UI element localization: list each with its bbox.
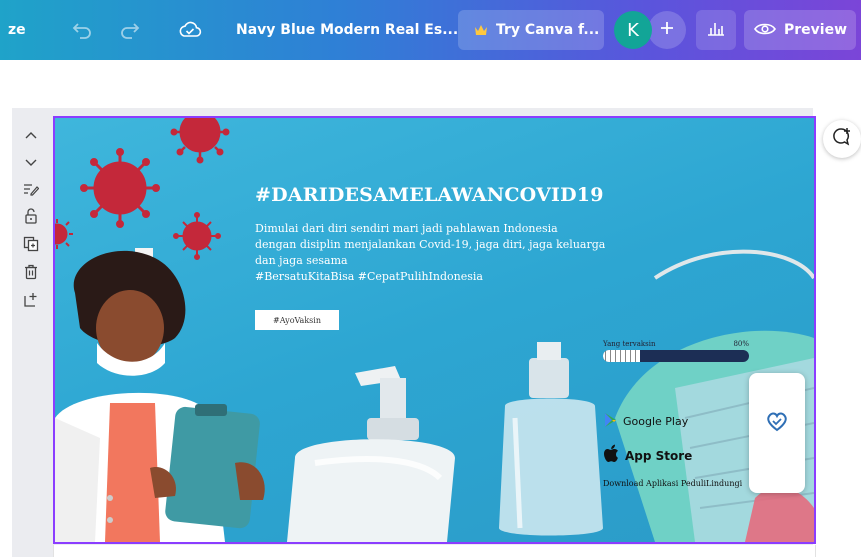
- notes-edit-icon: [23, 181, 40, 200]
- avatar-initial: K: [627, 19, 639, 41]
- preview-label: Preview: [784, 22, 848, 38]
- progress-label-left: Yang tervaksin: [603, 340, 656, 348]
- add-page-button[interactable]: [18, 288, 44, 316]
- document-title[interactable]: Navy Blue Modern Real Es...: [236, 0, 458, 60]
- page-tools: [18, 120, 44, 316]
- app-store-label: App Store: [625, 448, 693, 463]
- progress-fill: [603, 350, 641, 362]
- undo-button[interactable]: [68, 0, 96, 60]
- share-add-button[interactable]: [648, 11, 686, 49]
- apple-icon: [603, 444, 621, 467]
- body-line: dan jaga sesama: [255, 254, 348, 267]
- health-worker-illustration: [55, 248, 265, 542]
- delete-page-button[interactable]: [18, 260, 44, 288]
- chevron-up-icon: [24, 125, 38, 144]
- ayo-vaksin-label: #AyoVaksin: [273, 315, 321, 325]
- user-avatar[interactable]: K: [614, 11, 652, 49]
- redo-button[interactable]: [116, 0, 144, 60]
- design-background: #DARIDESAMELAWANCOVID19 Dimulai dari dir…: [55, 118, 814, 542]
- virus-icon: [55, 219, 73, 249]
- cloud-check-icon: [176, 16, 204, 44]
- page-bottom-edge: [53, 545, 816, 557]
- move-page-down-button[interactable]: [18, 148, 44, 176]
- eye-icon: [754, 21, 776, 40]
- preview-button[interactable]: Preview: [744, 10, 856, 50]
- duplicate-page-button[interactable]: [18, 232, 44, 260]
- virus-icon: [170, 118, 230, 164]
- vaccination-progress-bar[interactable]: [603, 350, 749, 362]
- document-title-text: Navy Blue Modern Real Es...: [236, 22, 459, 38]
- lock-page-button[interactable]: [18, 204, 44, 232]
- resize-label: ze: [8, 22, 26, 38]
- vaccination-progress-label: Yang tervaksin 80%: [603, 340, 749, 348]
- chevron-down-icon: [24, 153, 38, 172]
- add-page-icon: [23, 292, 39, 312]
- redo-icon: [116, 16, 144, 44]
- body-line: Dimulai dari diri sendiri mari jadi pahl…: [255, 222, 558, 235]
- unlock-icon: [24, 208, 38, 228]
- undo-icon: [68, 16, 96, 44]
- pedulilindungi-logo-icon: [763, 409, 791, 433]
- try-canva-pro-button[interactable]: Try Canva f...: [458, 10, 604, 50]
- bar-chart-icon: [706, 19, 726, 41]
- duplicate-icon: [23, 236, 39, 256]
- phone-mockup: [749, 373, 805, 493]
- google-play-label: Google Play: [623, 415, 689, 428]
- spray-bottle-illustration: [499, 342, 603, 536]
- plus-icon: [659, 20, 675, 40]
- body-line: dengan disiplin menjalankan Covid-19, ja…: [255, 238, 606, 251]
- google-play-icon: [603, 412, 619, 431]
- save-status-button[interactable]: [176, 0, 204, 60]
- design-page[interactable]: #DARIDESAMELAWANCOVID19 Dimulai dari dir…: [53, 116, 816, 544]
- try-canva-label: Try Canva f...: [496, 22, 600, 38]
- ayo-vaksin-box[interactable]: #AyoVaksin: [255, 310, 339, 330]
- design-body-text[interactable]: Dimulai dari diri sendiri mari jadi pahl…: [255, 221, 627, 285]
- progress-label-right: 80%: [733, 340, 749, 348]
- design-headline[interactable]: #DARIDESAMELAWANCOVID19: [255, 184, 604, 206]
- crown-icon: [474, 21, 488, 40]
- google-play-badge[interactable]: Google Play: [603, 412, 688, 431]
- virus-icon: [80, 148, 160, 228]
- app-store-badge[interactable]: App Store: [603, 444, 692, 467]
- resize-menu[interactable]: ze: [8, 0, 26, 60]
- editor-top-bar: ze Navy Blue Modern Real Es... Try Canva…: [0, 0, 861, 60]
- virus-icon: [173, 212, 221, 260]
- add-comment-icon: [831, 126, 853, 152]
- move-page-up-button[interactable]: [18, 120, 44, 148]
- add-comment-button[interactable]: [823, 120, 861, 158]
- soap-bottle-illustration: [287, 366, 455, 542]
- add-notes-button[interactable]: [18, 176, 44, 204]
- body-line: #BersatuKitaBisa #CepatPulihIndonesia: [255, 270, 483, 283]
- insights-button[interactable]: [696, 10, 736, 50]
- trash-icon: [24, 264, 38, 284]
- download-app-text: Download Aplikasi PeduliLindungi: [603, 479, 743, 488]
